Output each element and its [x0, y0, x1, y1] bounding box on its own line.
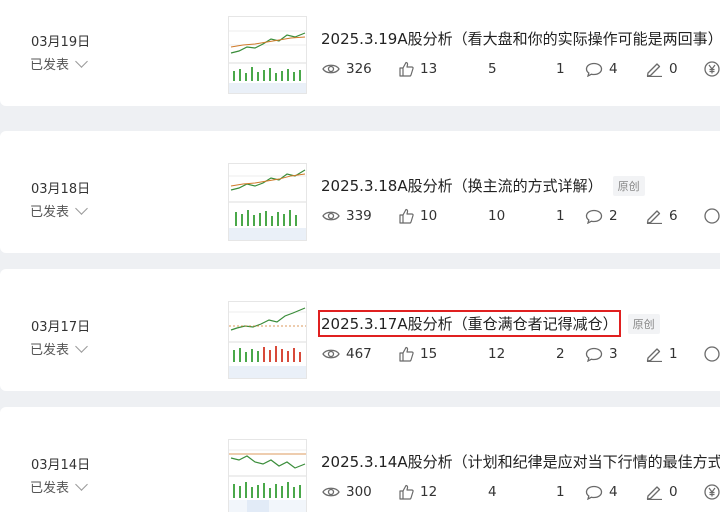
likes-stat: 15 [398, 344, 437, 364]
likes-count: 10 [420, 208, 438, 224]
pen-icon [646, 486, 662, 500]
article-card: 03月14日 已发表 2025.3.14A股分析（计划和纪律是应对当下行情的最佳… [0, 407, 720, 512]
edits-count: 6 [669, 208, 678, 224]
yen-icon [704, 484, 720, 500]
yen-stat[interactable] [704, 482, 720, 502]
views-count: 326 [346, 61, 372, 77]
comments-count: 4 [609, 61, 618, 77]
views-stat: 300 [322, 482, 372, 502]
edits-stat: 0 [646, 482, 678, 502]
edits-stat: 0 [646, 59, 678, 79]
original-badge: 原创 [627, 313, 660, 334]
article-thumbnail[interactable] [228, 163, 307, 241]
article-title-link[interactable]: 2025.3.14A股分析（计划和纪律是应对当下行情的最佳方式） [321, 451, 720, 472]
publish-date: 03月19日 [31, 35, 91, 50]
pen-icon [646, 348, 662, 362]
stat-value: 1 [556, 61, 565, 77]
eye-icon [322, 211, 340, 221]
article-stats: 326 13 5 1 4 0 [0, 59, 720, 79]
views-stat: 467 [322, 344, 372, 364]
edits-count: 0 [669, 61, 678, 77]
likes-stat: 13 [398, 59, 437, 79]
likes-stat: 10 [398, 206, 437, 226]
eye-icon [322, 349, 340, 359]
views-count: 467 [346, 346, 372, 362]
edits-stat: 1 [646, 344, 678, 364]
comments-stat: 2 [585, 206, 618, 226]
circle-icon [704, 346, 720, 362]
article-thumbnail[interactable] [228, 16, 307, 94]
article-card: 03月19日 已发表 2025.3.19A股分析（看大盘和你的实际操作可能是两回… [0, 0, 720, 106]
publish-date: 03月17日 [31, 320, 91, 335]
stat-value: 1 [556, 208, 565, 224]
thumbs-up-icon [399, 208, 414, 224]
publish-date: 03月14日 [31, 458, 91, 473]
stat-value: 12 [488, 346, 506, 362]
likes-count: 13 [420, 61, 438, 77]
article-title-link[interactable]: 2025.3.19A股分析（看大盘和你的实际操作可能是两回事） [321, 28, 720, 49]
edits-stat: 6 [646, 206, 678, 226]
views-stat: 339 [322, 206, 372, 226]
yen-stat[interactable] [704, 59, 720, 79]
comments-count: 2 [609, 208, 618, 224]
pen-icon [646, 63, 662, 77]
eye-icon [322, 64, 340, 74]
article-card: 03月17日 已发表 2025.3.17A股分析（重仓满仓者记得减仓） 原创 46… [0, 269, 720, 391]
comment-icon [585, 209, 603, 224]
comments-count: 4 [609, 484, 618, 500]
publish-date: 03月18日 [31, 182, 91, 197]
stat-value: 2 [556, 346, 565, 362]
article-thumbnail[interactable] [228, 301, 307, 379]
comment-icon [585, 62, 603, 77]
stat-value: 1 [556, 484, 565, 500]
circle-stat[interactable] [704, 206, 720, 226]
yen-icon [704, 61, 720, 77]
thumbs-up-icon [399, 61, 414, 77]
views-count: 339 [346, 208, 372, 224]
views-stat: 326 [322, 59, 372, 79]
stat-value: 5 [488, 61, 497, 77]
article-stats: 467 15 12 2 3 1 [0, 344, 720, 364]
article-stats: 339 10 10 1 2 6 [0, 206, 720, 226]
likes-stat: 12 [398, 482, 437, 502]
eye-icon [322, 487, 340, 497]
stat-value: 4 [488, 484, 497, 500]
article-card: 03月18日 已发表 2025.3.18A股分析（换主流的方式详解） 原创 339… [0, 131, 720, 253]
edits-count: 1 [669, 346, 678, 362]
edits-count: 0 [669, 484, 678, 500]
article-stats: 300 12 4 1 4 0 [0, 482, 720, 502]
article-title-link[interactable]: 2025.3.17A股分析（重仓满仓者记得减仓） [318, 310, 621, 337]
comments-stat: 3 [585, 344, 618, 364]
pen-icon [646, 210, 662, 224]
thumbs-up-icon [399, 484, 414, 500]
comment-icon [585, 347, 603, 362]
comments-count: 3 [609, 346, 618, 362]
comments-stat: 4 [585, 59, 618, 79]
likes-count: 15 [420, 346, 438, 362]
thumbs-up-icon [399, 346, 414, 362]
likes-count: 12 [420, 484, 438, 500]
comment-icon [585, 485, 603, 500]
circle-stat[interactable] [704, 344, 720, 364]
original-badge: 原创 [612, 175, 645, 196]
comments-stat: 4 [585, 482, 618, 502]
article-title-link[interactable]: 2025.3.18A股分析（换主流的方式详解） [321, 175, 603, 196]
stat-value: 10 [488, 208, 506, 224]
circle-icon [704, 208, 720, 224]
views-count: 300 [346, 484, 372, 500]
